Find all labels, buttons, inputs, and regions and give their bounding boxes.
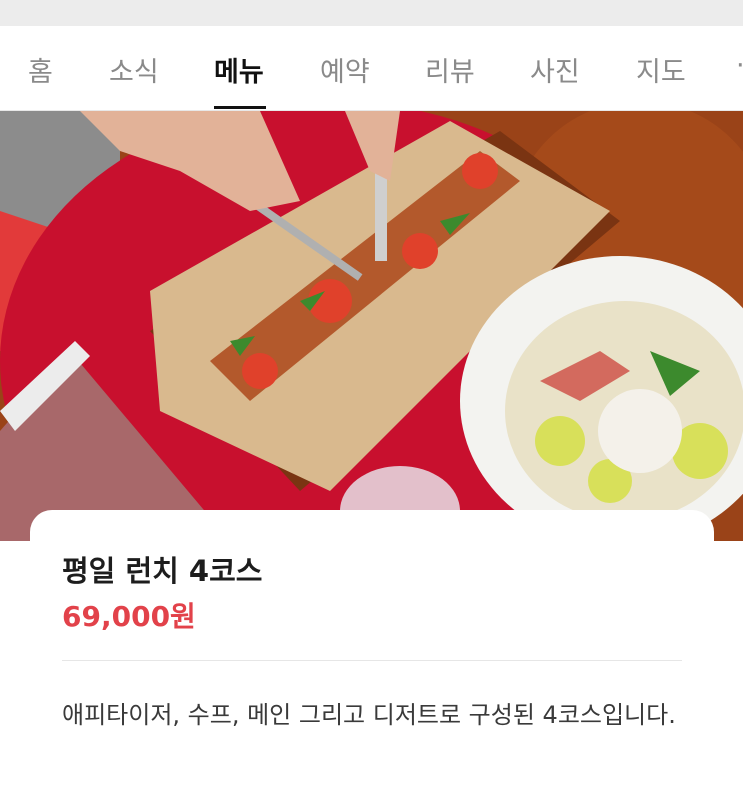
tab-overflow-hint: · — [736, 50, 743, 81]
food-photo-illustration — [0, 111, 743, 541]
menu-item-description: 애피타이저, 수프, 메인 그리고 디저트로 구성된 4코스입니다. — [62, 701, 676, 729]
tab-menu[interactable]: 메뉴 — [214, 50, 264, 89]
tab-reservation[interactable]: 예약 — [320, 50, 370, 89]
status-bar — [0, 0, 743, 26]
tab-home[interactable]: 홈 — [28, 50, 53, 89]
divider — [62, 660, 682, 661]
tab-news[interactable]: 소식 — [109, 50, 159, 89]
menu-item-title: 평일 런치 4코스 — [62, 554, 263, 588]
tab-bar: 홈 소식 메뉴 예약 리뷰 사진 지도 · — [0, 26, 743, 111]
tab-reviews[interactable]: 리뷰 — [425, 50, 475, 89]
menu-item-card[interactable]: 평일 런치 4코스 69,000원 애피타이저, 수프, 메인 그리고 디저트로… — [30, 510, 714, 810]
tab-photos[interactable]: 사진 — [530, 50, 580, 89]
menu-item-price: 69,000원 — [62, 600, 196, 633]
active-tab-indicator — [214, 106, 266, 109]
menu-photo[interactable] — [0, 111, 743, 541]
tab-map[interactable]: 지도 — [636, 50, 686, 89]
